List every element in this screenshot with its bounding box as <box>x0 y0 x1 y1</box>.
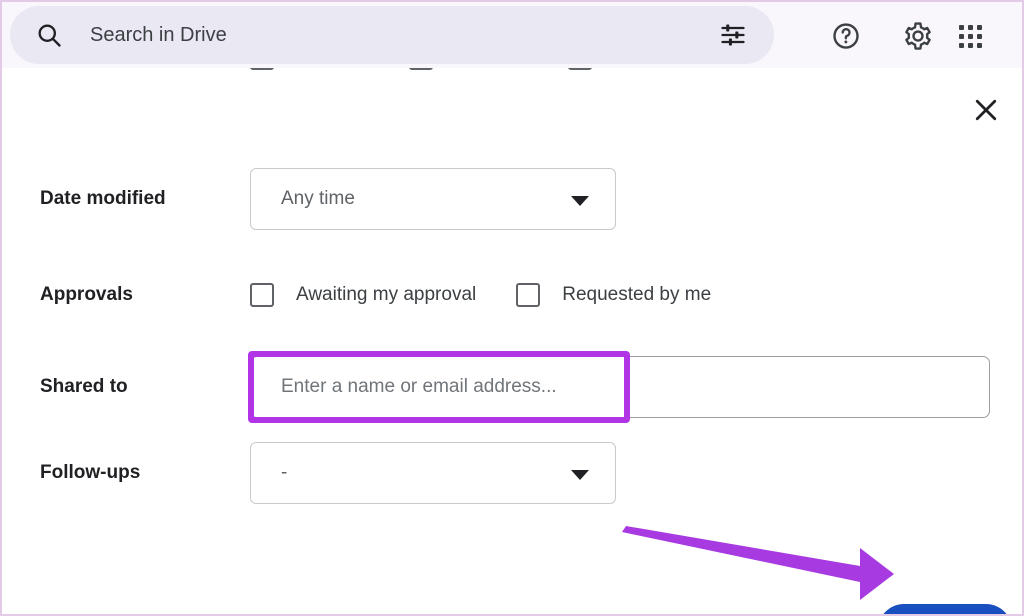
tune-filter-icon[interactable] <box>716 18 750 52</box>
shared-to-placeholder: Enter a name or email address... <box>281 376 557 397</box>
chevron-down-icon <box>571 196 589 206</box>
search-input-placeholder: Search in Drive <box>90 23 227 46</box>
date-modified-dropdown[interactable]: Any time <box>250 168 616 230</box>
checkbox-label: Awaiting my approval <box>296 284 477 305</box>
label-follow-ups: Follow-ups <box>40 462 141 483</box>
file-type-flags-row-clipped: In trash Starred Encrypted <box>2 68 962 110</box>
checkbox-box <box>409 68 434 70</box>
row-date-modified: Date modified Any time <box>2 168 1022 230</box>
row-approvals: Approvals Awaiting my approval Requested… <box>2 264 1022 326</box>
follow-ups-value: - <box>281 462 288 483</box>
checkbox-label: Starred <box>453 68 515 69</box>
checkbox-requested-by-me[interactable]: Requested by me <box>516 283 711 307</box>
search-input[interactable]: Search in Drive <box>10 6 774 64</box>
label-date-modified: Date modified <box>40 188 166 209</box>
top-search-bar: Search in Drive <box>2 2 1022 68</box>
apps-grid-icon[interactable] <box>952 18 988 54</box>
follow-ups-dropdown[interactable]: - <box>250 442 616 504</box>
row-follow-ups: Follow-ups - <box>2 442 1022 504</box>
date-modified-value: Any time <box>281 188 355 209</box>
label-approvals: Approvals <box>40 284 133 305</box>
help-circle-icon[interactable] <box>828 18 864 54</box>
shared-to-input[interactable]: Enter a name or email address... <box>250 356 990 418</box>
search-filters-panel: In trash Starred Encrypted Date modified… <box>2 68 1022 614</box>
checkbox-box <box>250 68 274 70</box>
checkbox-awaiting-my-approval[interactable]: Awaiting my approval <box>250 283 476 307</box>
checkbox-box <box>567 68 592 70</box>
checkbox-box <box>250 283 274 307</box>
checkbox-in-trash[interactable]: In trash <box>250 68 357 70</box>
label-shared-to: Shared to <box>40 376 128 397</box>
drive-search-filters-screen: Search in Drive Date modified Any time A… <box>0 0 1024 616</box>
search-icon <box>34 20 64 50</box>
gear-icon[interactable] <box>900 18 936 54</box>
close-icon[interactable] <box>966 90 1006 130</box>
checkbox-label: In trash <box>294 68 357 69</box>
search-button[interactable]: Search <box>878 604 1012 614</box>
checkbox-box <box>516 283 541 307</box>
checkbox-encrypted[interactable]: Encrypted <box>567 68 698 70</box>
checkbox-label: Requested by me <box>562 284 712 305</box>
chevron-down-icon <box>571 470 589 480</box>
checkbox-label: Encrypted <box>612 68 698 69</box>
checkbox-starred[interactable]: Starred <box>409 68 515 70</box>
